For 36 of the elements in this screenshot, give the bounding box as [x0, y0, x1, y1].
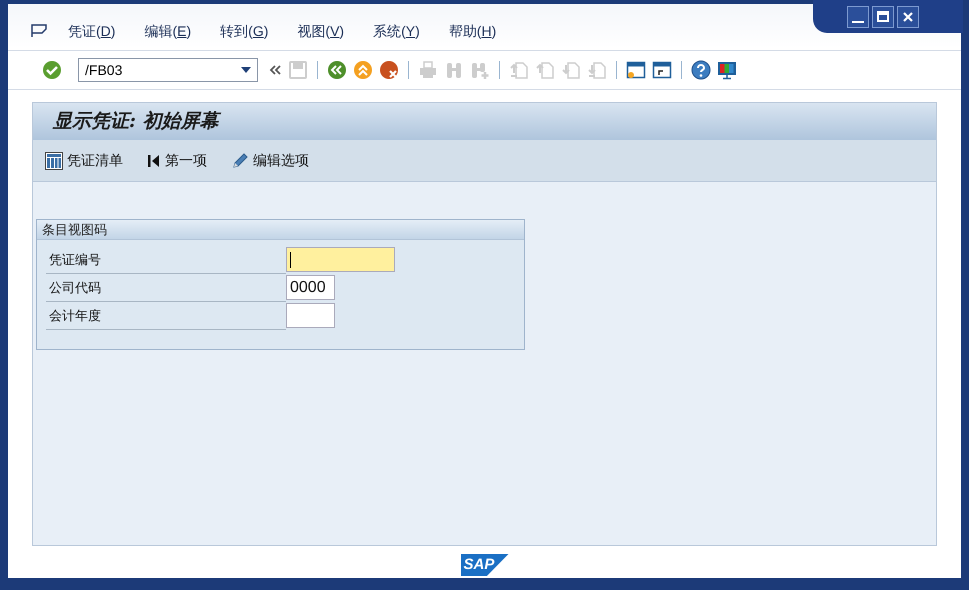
- toolbar-button[interactable]: 第一项: [147, 150, 207, 171]
- command-field[interactable]: /FB03: [78, 58, 258, 82]
- logo: SAP: [460, 554, 508, 576]
- input-field[interactable]: 0000: [286, 275, 335, 300]
- help-icon[interactable]: [691, 60, 711, 80]
- maximize-button[interactable]: [872, 6, 894, 28]
- exit-icon[interactable]: [353, 60, 373, 80]
- new-window-icon[interactable]: [626, 60, 646, 80]
- menu-item[interactable]: 帮助(H): [448, 20, 496, 42]
- close-icon[interactable]: [903, 12, 913, 22]
- pencil-icon: [231, 152, 249, 170]
- shortcut-window-icon[interactable]: [652, 60, 672, 80]
- field-label: 凭证编号: [48, 250, 102, 269]
- table-icon: [45, 152, 63, 170]
- cancel-icon[interactable]: [379, 60, 399, 80]
- menu-item[interactable]: 系统(Y): [373, 20, 420, 42]
- menu-item[interactable]: 凭证(D): [68, 20, 116, 42]
- toolbar-button[interactable]: 凭证清单: [45, 150, 123, 171]
- field-label: 会计年度: [48, 306, 102, 325]
- menu-icon[interactable]: [30, 23, 50, 39]
- menu-item[interactable]: 转到(G): [220, 20, 268, 42]
- back-icon[interactable]: [327, 60, 347, 80]
- first-item-icon: [147, 152, 161, 168]
- monitor-icon[interactable]: [717, 60, 737, 80]
- toolbar-button[interactable]: 编辑选项: [231, 150, 309, 171]
- minimize-button[interactable]: [847, 6, 869, 28]
- close-button[interactable]: [897, 6, 919, 28]
- menu-item[interactable]: 视图(V): [297, 20, 344, 42]
- field-label: 公司代码: [48, 278, 102, 297]
- group-title: 条目视图码: [42, 220, 107, 239]
- menu-item[interactable]: 编辑(E): [144, 20, 192, 42]
- input-field[interactable]: [286, 303, 335, 328]
- screen-title: 显示凭证: 初始屏幕: [53, 107, 219, 136]
- dropdown-icon[interactable]: [241, 67, 251, 73]
- checkmark-icon[interactable]: [42, 60, 62, 80]
- input-field[interactable]: [286, 247, 395, 272]
